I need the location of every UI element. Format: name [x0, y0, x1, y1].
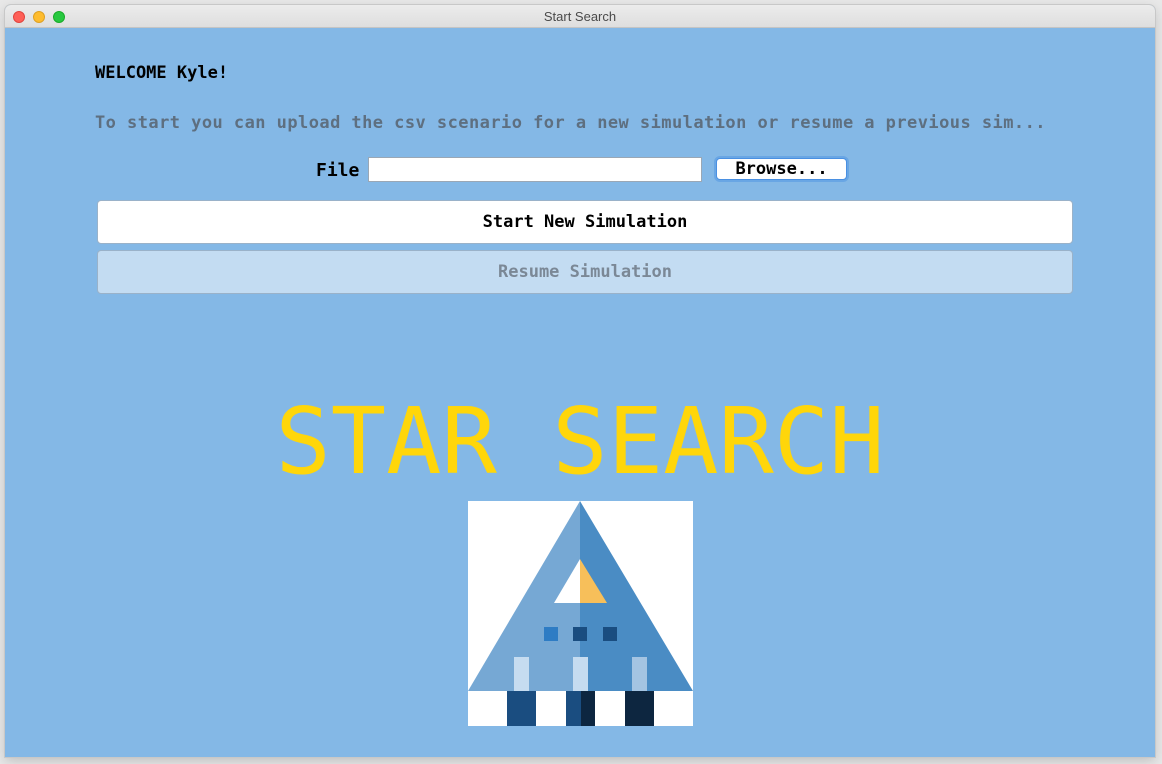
file-path-input[interactable]	[368, 157, 702, 182]
app-title: STAR SEARCH	[275, 388, 885, 495]
title-bar: Start Search	[5, 5, 1155, 28]
start-new-simulation-button[interactable]: Start New Simulation	[97, 200, 1073, 244]
file-label: File	[316, 160, 360, 181]
app-window: Start Search WELCOME Kyle! To start you …	[5, 5, 1155, 757]
pyramid-robot-logo-icon	[468, 501, 693, 726]
welcome-message: WELCOME Kyle!	[95, 63, 229, 83]
resume-simulation-button: Resume Simulation	[97, 250, 1073, 294]
browse-button[interactable]: Browse...	[716, 158, 847, 180]
instructions-text: To start you can upload the csv scenario…	[95, 113, 1046, 133]
window-title: Start Search	[543, 9, 617, 24]
